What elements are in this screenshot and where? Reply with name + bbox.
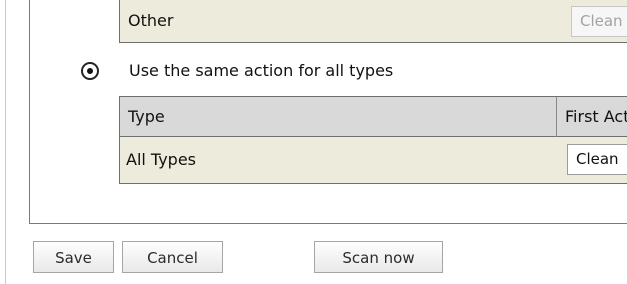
all-types-label: All Types <box>126 150 197 169</box>
radio-selected-dot <box>87 68 93 74</box>
first-action-column-header: First Act <box>565 107 627 126</box>
type-column-header: Type <box>128 107 165 126</box>
save-button[interactable]: Save <box>33 241 114 273</box>
action-settings-panel: Other Clean Use the same action for all … <box>29 0 627 224</box>
other-type-action-select[interactable]: Clean <box>571 6 627 37</box>
column-divider <box>556 97 557 137</box>
other-type-table: Other Clean <box>119 0 627 43</box>
scan-now-button[interactable]: Scan now <box>314 241 443 273</box>
left-divider <box>5 0 6 284</box>
all-types-action-table: Type First Act All Types Clean <box>119 96 627 184</box>
same-action-radio-label[interactable]: Use the same action for all types <box>129 61 393 81</box>
cancel-button[interactable]: Cancel <box>122 241 223 273</box>
scan-settings-page: Other Clean Use the same action for all … <box>0 0 627 284</box>
table-header-row: Type First Act <box>120 97 627 137</box>
other-type-label: Other <box>128 11 174 30</box>
all-types-action-select[interactable]: Clean <box>567 144 627 175</box>
same-action-radio[interactable] <box>81 62 99 80</box>
